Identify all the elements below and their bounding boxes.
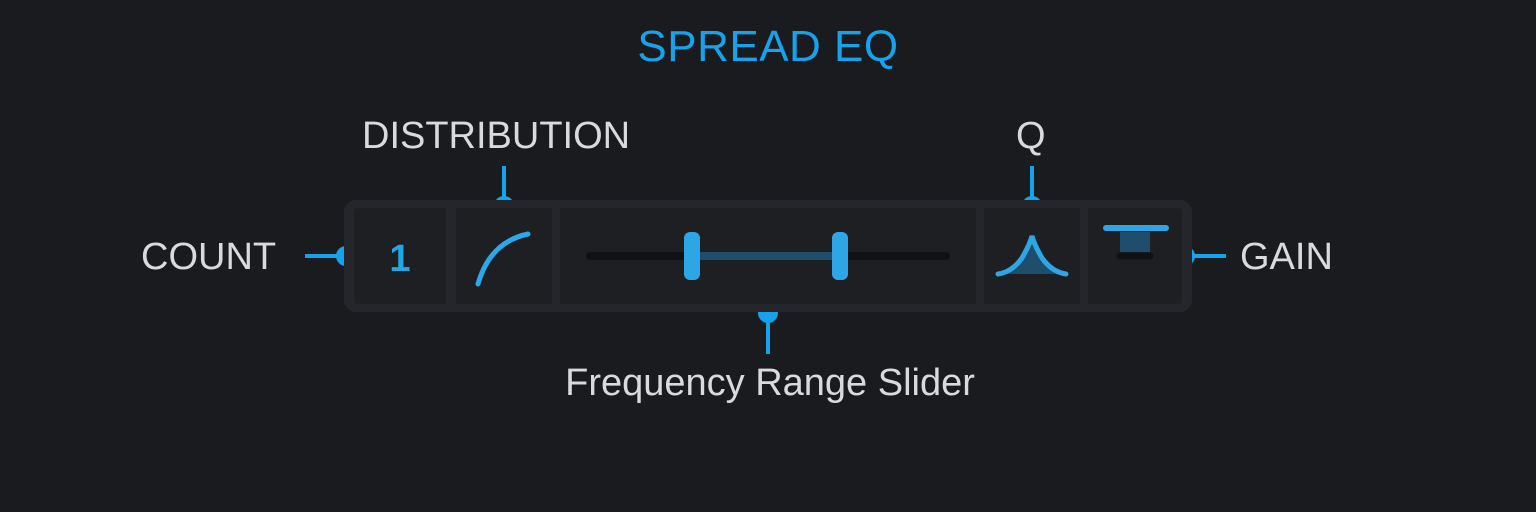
distribution-control[interactable] [456,208,552,304]
count-value: 1 [389,238,411,280]
gain-control[interactable] [1088,208,1182,304]
slider-high-handle [832,232,848,280]
count-control[interactable]: 1 [354,208,446,304]
slider-low-handle [684,232,700,280]
q-control[interactable] [984,208,1080,304]
spread-eq-panel: 1 [344,200,1192,312]
frequency-range-slider[interactable] [560,208,976,304]
gain-bar-fill [1120,232,1150,252]
gain-label: GAIN [1240,236,1333,278]
frequency-range-label: Frequency Range Slider [565,362,975,404]
curve-icon [475,231,531,287]
q-label: Q [1016,115,1046,157]
count-label: COUNT [141,236,277,278]
frequency-slider-graphic [586,232,950,280]
spread-eq-diagram: SPREAD EQ 1 DISTRIBUTION Q COUNT GAIN Fr… [0,0,1536,512]
distribution-label: DISTRIBUTION [362,115,631,157]
gain-bar-icon [1103,225,1169,260]
bell-curve-icon [995,235,1069,277]
